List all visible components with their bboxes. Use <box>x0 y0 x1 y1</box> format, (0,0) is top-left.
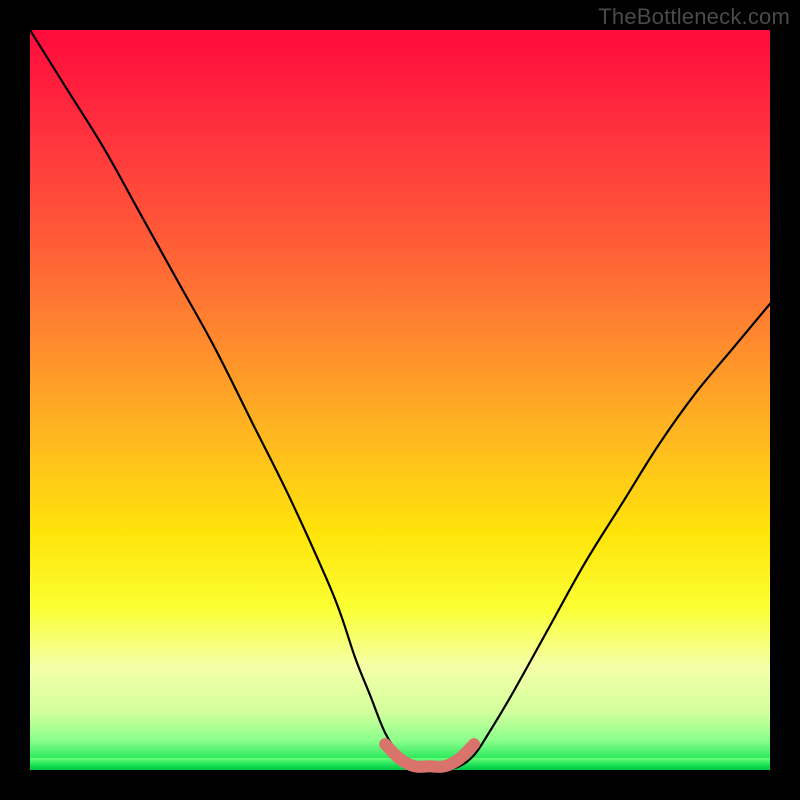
bottleneck-curve <box>30 30 770 771</box>
watermark-text: TheBottleneck.com <box>598 4 790 30</box>
plot-area <box>30 30 770 770</box>
chart-frame: TheBottleneck.com <box>0 0 800 800</box>
optimal-band <box>385 744 474 767</box>
curve-layer <box>30 30 770 770</box>
